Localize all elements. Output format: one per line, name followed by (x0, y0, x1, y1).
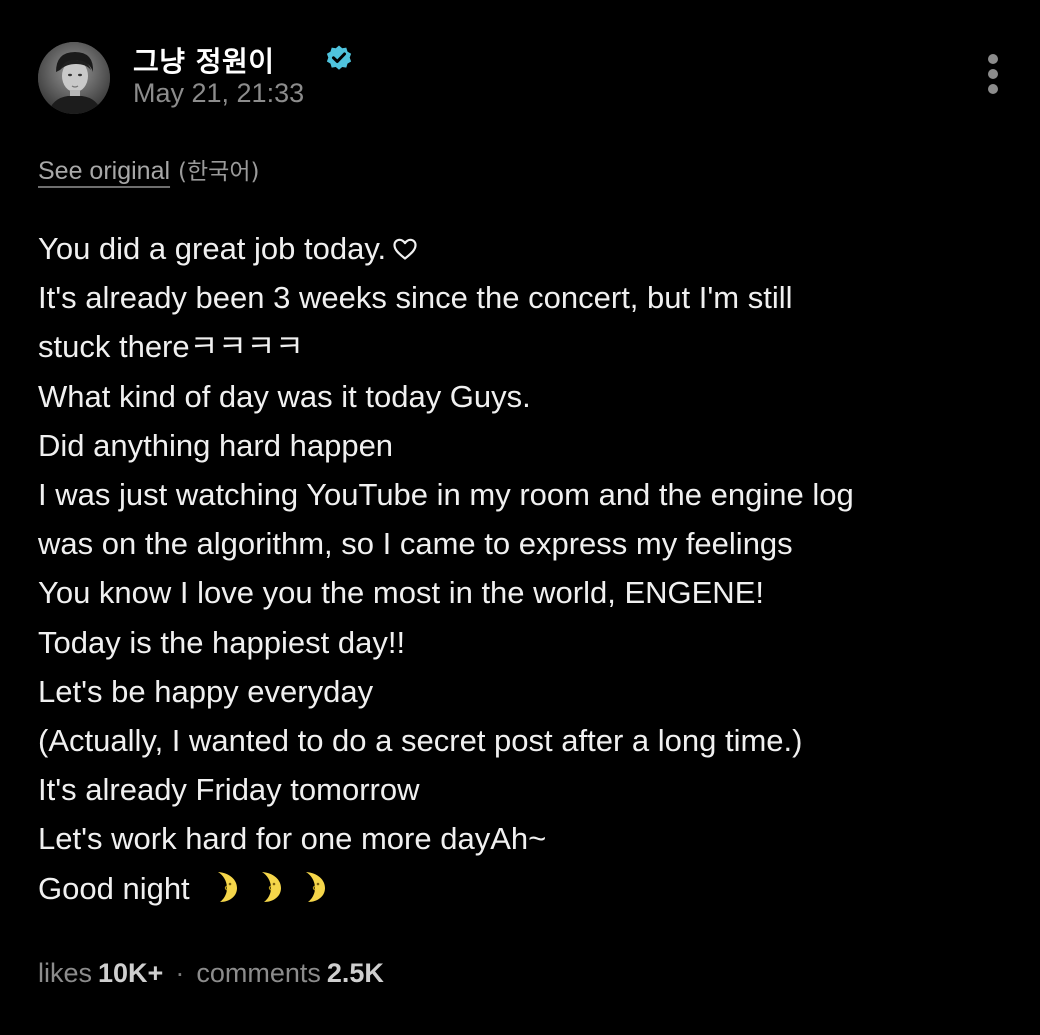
body-line: Let's work hard for one more dayAh~ (38, 821, 547, 857)
body-line: (Actually, I wanted to do a secret post … (38, 723, 803, 759)
translation-row: See original (한국어) (38, 152, 259, 186)
post-stats: likes 10K+ · comments 2.5K (38, 958, 384, 989)
comments-label[interactable]: comments (196, 958, 321, 988)
body-line: I was just watching YouTube in my room a… (38, 477, 854, 513)
body-line-text: Good night (38, 870, 190, 906)
heart-outline-icon (393, 238, 417, 260)
original-language-label: (한국어) (178, 159, 260, 185)
moon-emoji-group (190, 871, 328, 906)
body-line: was on the algorithm, so I came to expre… (38, 526, 793, 562)
body-line: It's already been 3 weeks since the conc… (38, 280, 793, 316)
post-body: You did a great job today. It's already … (38, 224, 1018, 913)
body-line: You know I love you the most in the worl… (38, 575, 764, 611)
body-line-text: You did a great job today. (38, 231, 387, 266)
stats-separator: · (175, 958, 185, 988)
comments-count: 2.5K (326, 958, 384, 988)
body-line: You did a great job today. (38, 224, 1018, 273)
body-line: Did anything hard happen (38, 427, 394, 463)
see-original-link[interactable]: See original (38, 157, 170, 185)
body-line: What kind of day was it today Guys. (38, 378, 531, 414)
body-line: Today is the happiest day!! (38, 624, 406, 660)
avatar-portrait (38, 42, 110, 114)
post-timestamp: May 21, 21:33 (133, 78, 305, 108)
verified-badge-icon (326, 45, 352, 70)
avatar[interactable] (38, 42, 110, 114)
likes-label[interactable]: likes (38, 958, 92, 988)
body-line: Good night (38, 864, 1018, 913)
crescent-moon-icon (217, 871, 237, 902)
author-name[interactable]: 그냥 정원이 (133, 40, 275, 80)
more-options-icon[interactable] (984, 54, 1002, 102)
likes-count: 10K+ (98, 958, 164, 988)
body-line: stuck thereㅋㅋㅋㅋ (38, 329, 304, 365)
body-line: It's already Friday tomorrow (38, 772, 420, 808)
crescent-moon-icon (261, 871, 281, 902)
post-header: 그냥 정원이 May 21, 21:33 (38, 38, 1002, 118)
body-line: Let's be happy everyday (38, 673, 374, 709)
crescent-moon-icon (305, 871, 325, 902)
